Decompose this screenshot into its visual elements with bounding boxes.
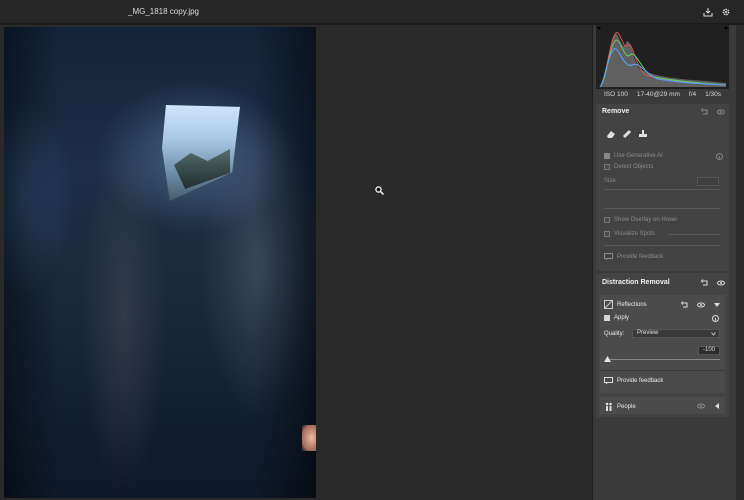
remove-feedback-row[interactable]: Provide feedback	[604, 253, 663, 261]
reflections-label: Reflections	[617, 301, 647, 308]
feedback-icon	[604, 253, 613, 261]
quality-value: Preview	[637, 330, 659, 336]
detect-objects-checkbox[interactable]	[604, 164, 610, 170]
clone-stamp-icon[interactable]	[638, 129, 648, 139]
show-overlay-checkbox[interactable]	[604, 217, 610, 223]
zoom-cursor-icon	[375, 186, 384, 195]
section-divider	[600, 370, 725, 371]
reflections-subpanel: Reflections Apply Quality: Preview -100	[600, 295, 725, 393]
remove-title: Remove	[602, 108, 630, 115]
visualize-spots-slider[interactable]	[668, 234, 720, 235]
info-icon[interactable]	[716, 153, 723, 160]
panel-scrollbar[interactable]	[736, 25, 744, 500]
reset-icon[interactable]	[681, 301, 689, 309]
export-icon[interactable]	[703, 7, 713, 17]
photo-preview[interactable]	[4, 27, 316, 498]
people-subpanel[interactable]: People	[600, 397, 725, 414]
amount-slider-track[interactable]	[608, 359, 720, 360]
info-icon[interactable]	[712, 315, 719, 322]
section-divider	[604, 245, 720, 246]
people-icon	[605, 402, 612, 411]
title-bar: _MG_1818 copy.jpg	[0, 0, 744, 24]
lens-value: 17-40@29 mm	[636, 91, 680, 98]
camera-info: ISO 100 17-40@29 mm f/4 1/30s	[596, 91, 729, 102]
distraction-feedback-label: Provide feedback	[617, 378, 664, 384]
aperture-value: f/4	[688, 91, 697, 98]
amount-value: -100	[703, 347, 716, 353]
use-generative-ai-checkbox[interactable]	[604, 153, 610, 159]
chevron-down-icon[interactable]	[713, 301, 721, 309]
quality-label: Quality:	[604, 331, 625, 337]
healing-brush-icon[interactable]	[622, 129, 632, 139]
window-title: _MG_1818 copy.jpg	[128, 7, 200, 16]
visibility-eye-icon[interactable]	[697, 301, 705, 309]
quality-row: Quality:	[604, 331, 624, 337]
show-overlay-row[interactable]: Show Overlay on Hover	[604, 217, 677, 223]
reset-icon[interactable]	[701, 108, 709, 116]
visualize-spots-row[interactable]: Visualize Spots	[604, 231, 655, 237]
distraction-removal-title: Distraction Removal	[602, 279, 670, 286]
visualize-spots-label: Visualize Spots	[614, 231, 655, 237]
people-label: People	[617, 403, 636, 410]
apply-label: Apply	[614, 315, 630, 321]
reflections-icon	[604, 300, 613, 309]
section-divider	[604, 208, 720, 209]
distraction-removal-panel: Distraction Removal Reflections Apply Qu…	[596, 273, 729, 417]
reflections-header[interactable]: Reflections	[604, 300, 647, 309]
gear-icon[interactable]	[721, 7, 731, 17]
detect-objects-row[interactable]: Detect Objects	[604, 164, 653, 170]
visibility-eye-icon[interactable]	[717, 108, 725, 116]
reset-icon[interactable]	[701, 279, 709, 287]
chevron-down-icon	[711, 332, 716, 336]
detect-objects-label: Detect Objects	[614, 164, 654, 170]
size-slider[interactable]	[604, 189, 720, 190]
quality-select[interactable]: Preview	[632, 329, 720, 338]
image-canvas[interactable]	[0, 25, 592, 500]
visualize-spots-checkbox[interactable]	[604, 231, 610, 237]
apply-row[interactable]: Apply	[604, 315, 629, 321]
size-label: Size	[604, 178, 616, 184]
apply-checkbox[interactable]	[604, 315, 610, 321]
eraser-tool-icon[interactable]	[606, 129, 616, 139]
size-field[interactable]	[697, 177, 719, 186]
amount-field[interactable]: -100	[698, 346, 720, 355]
remove-panel: Remove Use Generative AI Detect Objects …	[596, 104, 729, 271]
shutter-value: 1/30s	[705, 91, 721, 98]
size-row: Size	[604, 178, 616, 184]
use-generative-ai-row[interactable]: Use Generative AI	[604, 153, 663, 159]
remove-panel-header[interactable]: Remove	[596, 104, 729, 120]
right-panel: ISO 100 17-40@29 mm f/4 1/30s Remove Use…	[592, 25, 744, 500]
visibility-eye-icon[interactable]	[717, 279, 725, 287]
iso-value: ISO 100	[604, 91, 628, 98]
visibility-eye-icon[interactable]	[697, 402, 705, 410]
distraction-removal-header[interactable]: Distraction Removal	[596, 273, 729, 293]
people-header[interactable]: People	[604, 402, 636, 411]
distraction-feedback-row[interactable]: Provide feedback	[604, 377, 663, 385]
feedback-icon	[604, 377, 613, 385]
show-overlay-label: Show Overlay on Hover	[614, 217, 678, 223]
remove-feedback-label: Provide feedback	[617, 254, 664, 260]
histogram	[596, 25, 729, 89]
amount-slider-handle[interactable]	[604, 356, 611, 362]
chevron-left-icon[interactable]	[713, 402, 721, 410]
use-generative-ai-label: Use Generative AI	[614, 153, 663, 159]
